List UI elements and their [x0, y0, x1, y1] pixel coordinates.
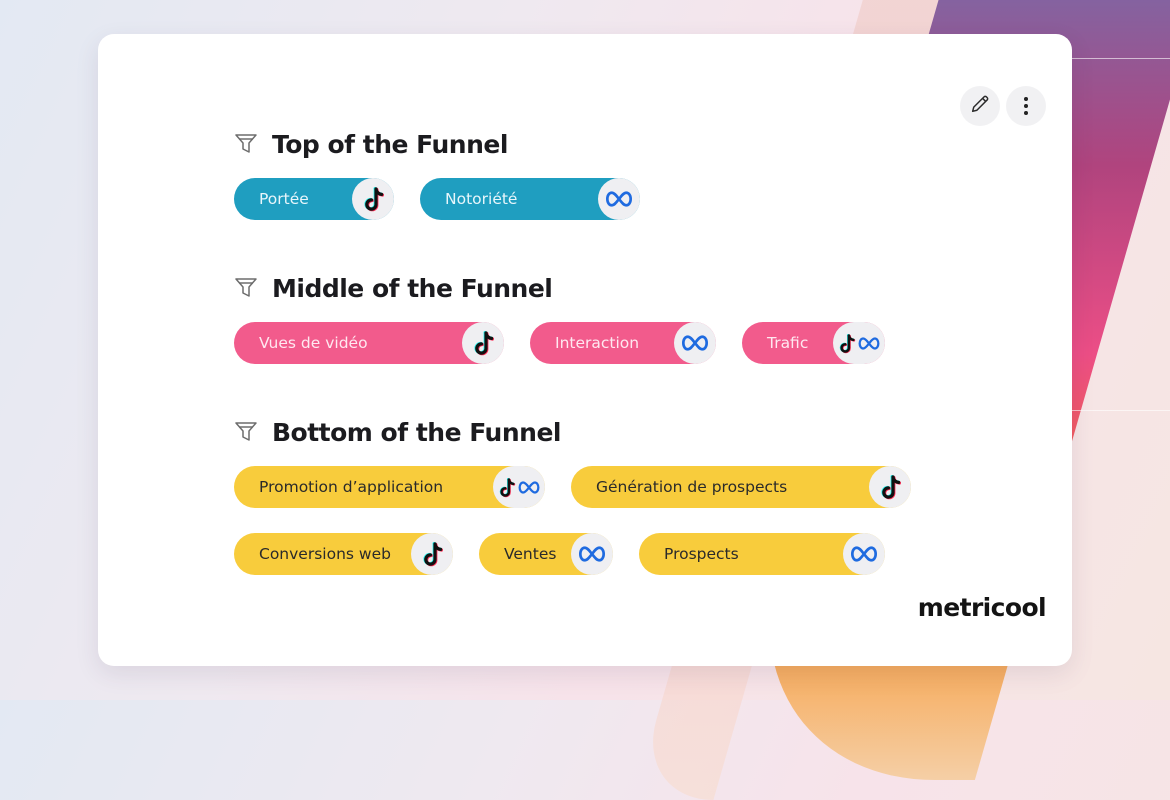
tiktok-icon — [474, 331, 494, 356]
edit-button[interactable] — [960, 86, 1000, 126]
tiktok-icon — [839, 333, 856, 353]
objective-pill-promotion-application[interactable]: Promotion d’application — [234, 466, 545, 508]
pill-label: Conversions web — [259, 545, 391, 563]
objective-pill-generation-prospects[interactable]: Génération de prospects — [571, 466, 911, 508]
meta-icon — [518, 480, 540, 494]
section-bottom-funnel: Bottom of the Funnel Promotion d’applica… — [234, 416, 911, 575]
more-vertical-icon — [1024, 97, 1028, 115]
meta-icon — [606, 191, 632, 207]
section-title: Middle of the Funnel — [272, 273, 553, 303]
platform-badge — [843, 533, 885, 575]
funnel-icon — [234, 132, 258, 156]
objective-pill-portee[interactable]: Portée — [234, 178, 394, 220]
section-title: Top of the Funnel — [272, 129, 508, 159]
pill-label: Notoriété — [445, 190, 518, 208]
brand-logo: metricool — [917, 593, 1047, 622]
objective-pill-notoriete[interactable]: Notoriété — [420, 178, 640, 220]
objective-pill-interaction[interactable]: Interaction — [530, 322, 716, 364]
platform-badge — [411, 533, 453, 575]
platform-badge — [869, 466, 911, 508]
funnel-icon — [234, 420, 258, 444]
card-actions — [960, 86, 1046, 126]
meta-icon — [858, 336, 880, 350]
tiktok-icon — [423, 542, 443, 567]
objective-pill-vues-de-video[interactable]: Vues de vidéo — [234, 322, 504, 364]
pill-label: Promotion d’application — [259, 478, 444, 496]
objective-pill-conversions-web[interactable]: Conversions web — [234, 533, 453, 575]
pill-label: Ventes — [504, 545, 557, 563]
platform-badge — [833, 322, 885, 364]
objective-pill-ventes[interactable]: Ventes — [479, 533, 613, 575]
section-title: Bottom of the Funnel — [272, 417, 561, 447]
tiktok-icon — [364, 187, 384, 212]
meta-icon — [851, 546, 877, 562]
funnel-icon — [234, 276, 258, 300]
more-options-button[interactable] — [1006, 86, 1046, 126]
objective-pill-prospects[interactable]: Prospects — [639, 533, 885, 575]
pill-label: Trafic — [767, 334, 809, 352]
pill-label: Prospects — [664, 545, 739, 563]
pill-label: Portée — [259, 190, 309, 208]
objective-pill-trafic[interactable]: Trafic — [742, 322, 885, 364]
section-top-funnel: Top of the Funnel Portée Notoriété — [234, 128, 640, 220]
pill-label: Génération de prospects — [596, 478, 788, 496]
pill-label: Vues de vidéo — [259, 334, 368, 352]
section-middle-funnel: Middle of the Funnel Vues de vidéo Inter… — [234, 272, 885, 364]
platform-badge — [598, 178, 640, 220]
pencil-icon — [969, 93, 991, 120]
meta-icon — [579, 546, 605, 562]
tiktok-icon — [499, 477, 516, 497]
platform-badge — [571, 533, 613, 575]
pill-label: Interaction — [555, 334, 640, 352]
platform-badge — [352, 178, 394, 220]
platform-badge — [674, 322, 716, 364]
funnel-card: Top of the Funnel Portée Notoriété Middl… — [98, 34, 1072, 666]
meta-icon — [682, 335, 708, 351]
platform-badge — [462, 322, 504, 364]
tiktok-icon — [881, 475, 901, 500]
platform-badge — [493, 466, 545, 508]
